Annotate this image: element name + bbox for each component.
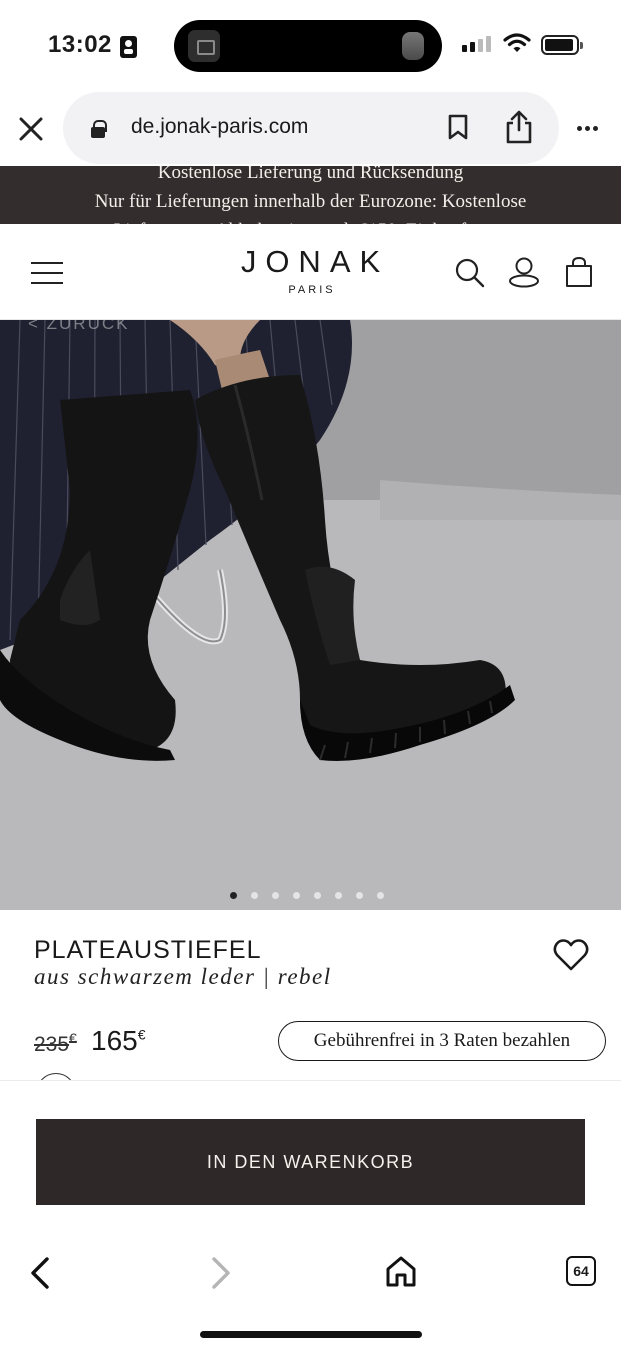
gallery-dot[interactable]	[314, 892, 321, 899]
tabs-count-button[interactable]: 64	[566, 1256, 596, 1286]
sticky-cart-bar: IN DEN WARENKORB	[0, 1080, 621, 1240]
close-icon[interactable]	[16, 114, 46, 144]
announcement-banner: Kostenlose Lieferung und Rücksendung Nur…	[0, 166, 621, 224]
back-link[interactable]: < ZURÜCK	[28, 320, 129, 334]
gallery-dot[interactable]	[230, 892, 237, 899]
original-price: 235€	[34, 1030, 77, 1056]
account-icon[interactable]	[508, 256, 540, 288]
installments-button[interactable]: Gebührenfrei in 3 Raten bezahlen	[278, 1021, 606, 1061]
status-bar: 13:02	[0, 0, 621, 92]
bookmark-icon[interactable]	[447, 114, 469, 140]
contact-card-icon	[120, 36, 137, 58]
gallery-dot[interactable]	[377, 892, 384, 899]
wifi-icon	[503, 33, 531, 52]
battery-icon	[541, 35, 583, 55]
url-text: de.jonak-paris.com	[131, 115, 309, 138]
gallery-dot[interactable]	[335, 892, 342, 899]
gallery-pagination[interactable]	[230, 886, 398, 904]
more-options-icon[interactable]	[577, 118, 601, 136]
status-time: 13:02	[48, 31, 112, 58]
site-header: JONAK PARIS	[0, 224, 621, 320]
product-title: PLATEAUSTIEFEL	[34, 936, 262, 964]
gallery-dot[interactable]	[251, 892, 258, 899]
product-image-gallery[interactable]: < ZURÜCK	[0, 320, 621, 910]
heart-icon[interactable]	[553, 938, 589, 972]
chevron-right-icon[interactable]	[205, 1256, 235, 1290]
product-subtitle: aus schwarzem leder | rebel	[34, 964, 332, 989]
dynamic-island	[174, 20, 442, 72]
lock-icon	[91, 120, 107, 138]
share-icon[interactable]	[503, 110, 535, 144]
product-photo	[0, 320, 621, 910]
announcement-line-top: Kostenlose Lieferung und Rücksendung	[157, 166, 464, 183]
browser-address-row: de.jonak-paris.com	[0, 92, 621, 166]
gallery-dot[interactable]	[272, 892, 279, 899]
home-icon[interactable]	[384, 1254, 418, 1288]
search-icon[interactable]	[455, 258, 485, 288]
home-indicator	[200, 1331, 422, 1338]
address-bar[interactable]: de.jonak-paris.com	[63, 92, 559, 164]
gallery-dot[interactable]	[356, 892, 363, 899]
add-to-cart-button[interactable]: IN DEN WARENKORB	[36, 1119, 585, 1205]
chevron-left-icon[interactable]	[26, 1256, 56, 1290]
signal-bars-icon	[462, 34, 494, 52]
announcement-line-2: Lieferung an Abholstationen ab €150. Ein…	[0, 216, 621, 224]
camera-activity-icon	[402, 32, 424, 60]
photo-thumbnail-icon	[188, 30, 220, 62]
announcement-line-1: Nur für Lieferungen innerhalb der Eurozo…	[94, 191, 527, 212]
gallery-dot[interactable]	[293, 892, 300, 899]
sale-price: 165€	[91, 1025, 146, 1056]
shopping-bag-icon[interactable]	[565, 256, 593, 288]
